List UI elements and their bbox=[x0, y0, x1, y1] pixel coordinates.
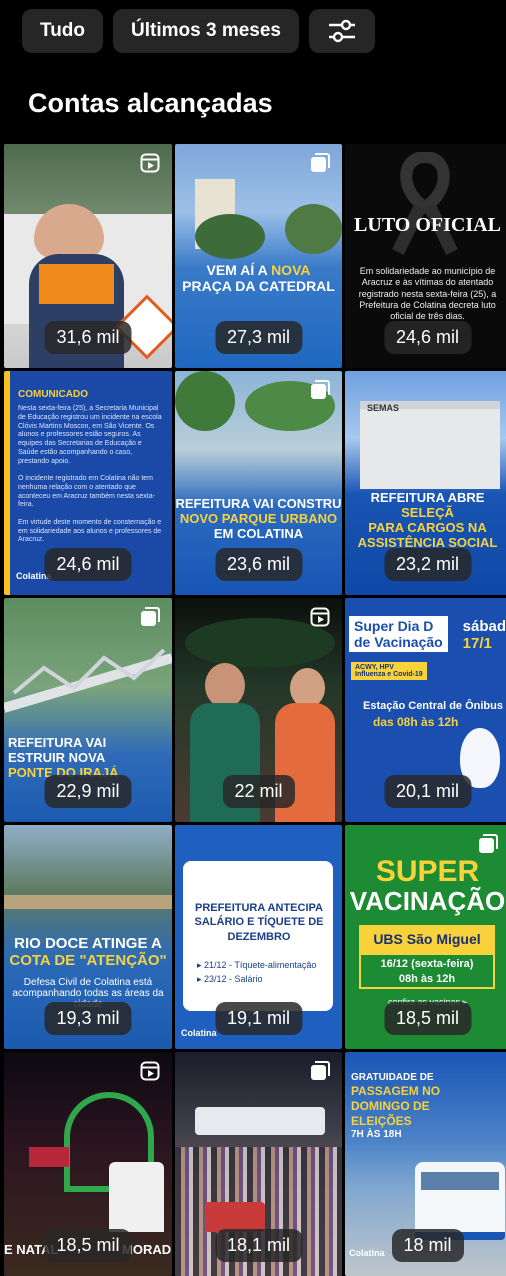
reach-count: 18,5 mil bbox=[383, 1002, 472, 1035]
filter-all-chip[interactable]: Tudo bbox=[22, 9, 104, 53]
post-heading: COMUNICADO bbox=[18, 389, 88, 400]
reach-count: 18 mil bbox=[391, 1229, 464, 1262]
reach-count: 22,9 mil bbox=[44, 775, 132, 808]
carousel-icon bbox=[311, 380, 330, 399]
carousel-icon bbox=[141, 607, 160, 626]
reel-icon bbox=[310, 607, 330, 627]
reach-count: 19,1 mil bbox=[214, 1002, 303, 1035]
mourning-ribbon-icon bbox=[392, 152, 458, 255]
sliders-icon bbox=[328, 19, 355, 43]
filter-period-chip[interactable]: Últimos 3 meses bbox=[113, 9, 299, 53]
post-tile[interactable]: E NATAL MORADI 18,5 mil bbox=[4, 1052, 172, 1276]
carousel-icon bbox=[311, 153, 330, 172]
post-tile[interactable]: PREFEITURA ANTECIPA SALÁRIO E TÍQUETE DE D… bbox=[175, 825, 342, 1049]
post-tile[interactable]: LUTO OFICIAL Em solidariedade ao municíp… bbox=[345, 144, 506, 368]
filter-settings-button[interactable] bbox=[308, 9, 375, 53]
post-tile[interactable]: SUPER VACINAÇÃO UBS São Miguel 16/12 (se… bbox=[345, 825, 506, 1049]
carousel-icon bbox=[311, 1061, 330, 1080]
post-tile[interactable]: 22 mil bbox=[175, 598, 342, 822]
bridge-image bbox=[4, 648, 172, 713]
post-tile[interactable]: GRATUIDADE DE PASSAGEM NO DOMINGO DE ELEIÇÕ… bbox=[345, 1052, 506, 1276]
reach-count: 27,3 mil bbox=[214, 321, 303, 354]
section-title: Contas alcançadas bbox=[28, 87, 273, 118]
reach-count: 18,1 mil bbox=[214, 1229, 303, 1262]
post-tile[interactable]: RIO DOCE ATINGE A COTA DE "ATENÇÃO" Defes… bbox=[4, 825, 172, 1049]
reach-count: 24,6 mil bbox=[44, 548, 132, 581]
posts-grid: 31,6 mil VEM AÍ A NOVA PRAÇA DA CATEDRAL … bbox=[0, 144, 506, 1276]
filter-bar: Tudo Últimos 3 meses bbox=[0, 0, 506, 62]
post-tile[interactable]: 31,6 mil bbox=[4, 144, 172, 368]
reach-count: 18,5 mil bbox=[44, 1229, 132, 1262]
post-tile[interactable]: COMUNICADO Nesta sexta-feira (25), a Sec… bbox=[4, 371, 172, 595]
post-tile[interactable]: REFEITURA VAI CONSTRU NOVO PARQUE URBANO E… bbox=[175, 371, 342, 595]
reel-icon bbox=[140, 1061, 160, 1081]
reel-icon bbox=[140, 153, 160, 173]
reach-count: 23,6 mil bbox=[214, 548, 303, 581]
reach-count: 22 mil bbox=[222, 775, 295, 808]
post-tile[interactable]: 18,1 mil bbox=[175, 1052, 342, 1276]
reach-count: 31,6 mil bbox=[44, 321, 132, 354]
reach-count: 24,6 mil bbox=[383, 321, 472, 354]
reach-count: 19,3 mil bbox=[44, 1002, 132, 1035]
post-tile[interactable]: Super Dia Dde Vacinação ACWY, HPV Influen… bbox=[345, 598, 506, 822]
reach-count: 23,2 mil bbox=[383, 548, 472, 581]
post-tile[interactable]: VEM AÍ A NOVA PRAÇA DA CATEDRAL 27,3 mil bbox=[175, 144, 342, 368]
reach-count: 20,1 mil bbox=[383, 775, 472, 808]
section-header: Contas alcançadas bbox=[0, 62, 506, 144]
post-tile[interactable]: REFEITURA VAI ESTRUIR NOVA PONTE DO IRAJÁ … bbox=[4, 598, 172, 822]
post-tile[interactable]: SEMAS REFEITURA ABRE SELEÇÃ PARA CARGOS N… bbox=[345, 371, 506, 595]
carousel-icon bbox=[479, 834, 498, 853]
